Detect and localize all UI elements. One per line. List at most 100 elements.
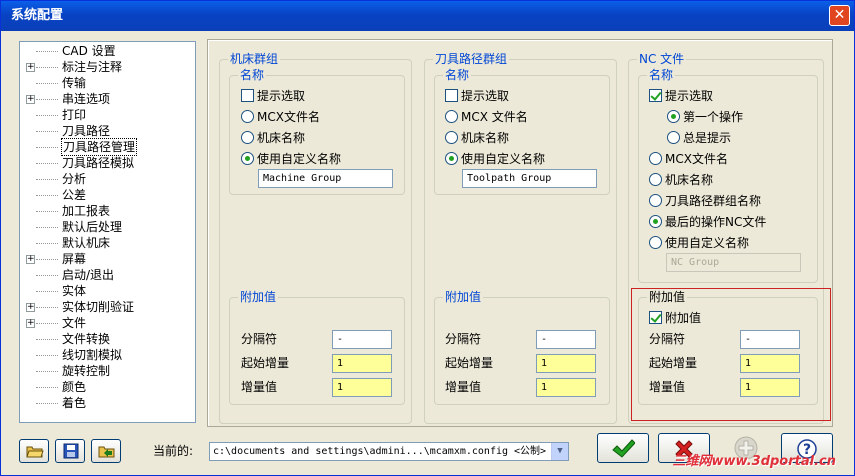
config-file-select[interactable]: c:\documents and settings\admini...\mcam… xyxy=(209,442,569,461)
tree-connector xyxy=(36,275,58,276)
nc-custom-name-input[interactable]: NC Group xyxy=(666,253,801,272)
settings-tree[interactable]: CAD 设置 + 标注与注释 传输 + 串连选项 打印 刀具路径 刀具路径管理 刀具路径模拟 分析公… xyxy=(19,41,196,423)
toolpath-name-title: 名称 xyxy=(443,68,472,82)
tree-connector xyxy=(36,195,58,196)
tree-connector xyxy=(36,211,58,212)
radio-selected-icon xyxy=(649,215,662,228)
toolpath-opt-machine[interactable]: 机床名称 xyxy=(445,129,509,147)
machine-custom-name-input[interactable]: Machine Group xyxy=(258,169,393,188)
machine-start-label: 起始增量 xyxy=(241,356,290,370)
nc-opt-lastnc-label: 最后的操作NC文件 xyxy=(665,215,767,229)
tree-item-label: 默认机床 xyxy=(62,236,111,250)
toolpath-custom-name-input[interactable]: Toolpath Group xyxy=(462,169,597,188)
toolpath-opt-machine-label: 机床名称 xyxy=(461,131,510,145)
machine-sep-input[interactable]: - xyxy=(332,330,392,349)
tree-item-label: 启动/退出 xyxy=(62,268,115,282)
tree-connector xyxy=(36,371,58,372)
nc-opt-always[interactable]: 总是提示 xyxy=(667,129,731,147)
nc-opt-tpgroup[interactable]: 刀具路径群组名称 xyxy=(649,192,761,210)
machine-opt-custom[interactable]: 使用自定义名称 xyxy=(241,150,341,168)
nc-opt-custom[interactable]: 使用自定义名称 xyxy=(649,234,749,252)
system-config-dialog: 系统配置 ✕ CAD 设置 + 标注与注释 传输 + 串连选项 打印 刀具路径 刀具路径管理 刀具… xyxy=(0,0,855,476)
radio-icon xyxy=(241,131,254,144)
toolpath-suffix-title: 附加值 xyxy=(443,290,484,304)
tree-item-label: 传输 xyxy=(62,76,87,90)
tree-item-label: 着色 xyxy=(62,396,87,410)
toolpath-start-input[interactable]: 1 xyxy=(536,354,596,373)
expand-plus-icon[interactable]: + xyxy=(26,303,35,312)
machine-opt-machine-label: 机床名称 xyxy=(257,131,306,145)
machine-group-title: 机床群组 xyxy=(228,52,281,66)
nc-opt-custom-label: 使用自定义名称 xyxy=(665,236,750,250)
machine-opt-mcx[interactable]: MCX文件名 xyxy=(241,108,320,126)
tree-item-label: 分析 xyxy=(62,172,87,186)
machine-prompt-label: 提示选取 xyxy=(257,89,306,103)
machine-inc-input[interactable]: 1 xyxy=(332,378,392,397)
expand-plus-icon[interactable]: + xyxy=(26,95,35,104)
tree-item-label: 旋转控制 xyxy=(62,364,111,378)
tree-item-label: 实体切削验证 xyxy=(62,300,135,314)
expand-plus-icon[interactable]: + xyxy=(26,63,35,72)
toolpath-inc-label: 增量值 xyxy=(445,380,482,394)
nc-opt-first[interactable]: 第一个操作 xyxy=(667,108,743,126)
tree-connector xyxy=(36,67,58,68)
toolpath-opt-custom[interactable]: 使用自定义名称 xyxy=(445,150,545,168)
title-bar: 系统配置 ✕ xyxy=(1,1,854,31)
toolpath-inc-input[interactable]: 1 xyxy=(536,378,596,397)
tree-item-label: 刀具路径 xyxy=(62,124,111,138)
machine-start-input[interactable]: 1 xyxy=(332,354,392,373)
tree-connector xyxy=(36,179,58,180)
save-disk-icon xyxy=(63,443,79,459)
machine-suffix-title: 附加值 xyxy=(238,290,279,304)
nc-prompt-checkbox[interactable]: 提示选取 xyxy=(649,87,713,105)
nc-name-title: 名称 xyxy=(647,68,676,82)
nc-opt-mcx[interactable]: MCX文件名 xyxy=(649,150,728,168)
tree-connector xyxy=(36,259,58,260)
folder-arrow-icon xyxy=(98,446,115,458)
toolpath-opt-mcx[interactable]: MCX 文件名 xyxy=(445,108,528,126)
tree-item-label: 文件 xyxy=(62,316,87,330)
checkmark-icon xyxy=(612,439,636,458)
tree-connector xyxy=(36,355,58,356)
nc-prompt-label: 提示选取 xyxy=(665,89,714,103)
radio-icon xyxy=(649,236,662,249)
toolpath-prompt-checkbox[interactable]: 提示选取 xyxy=(445,87,509,105)
tree-item-label: 标注与注释 xyxy=(62,60,123,74)
tree-connector xyxy=(36,115,58,116)
tree-item-label: 公差 xyxy=(62,188,87,202)
toolpath-sep-input[interactable]: - xyxy=(536,330,596,349)
nc-file-title: NC 文件 xyxy=(637,52,687,66)
radio-icon xyxy=(649,173,662,186)
checkbox-icon xyxy=(445,89,458,102)
machine-prompt-checkbox[interactable]: 提示选取 xyxy=(241,87,305,105)
expand-plus-icon[interactable]: + xyxy=(26,319,35,328)
expand-plus-icon[interactable]: + xyxy=(26,255,35,264)
config-file-path: c:\documents and settings\admini...\mcam… xyxy=(213,446,547,457)
radio-selected-icon xyxy=(667,110,680,123)
machine-opt-machine[interactable]: 机床名称 xyxy=(241,129,305,147)
nc-opt-first-label: 第一个操作 xyxy=(683,110,744,124)
tree-item-label: 线切割模拟 xyxy=(62,348,123,362)
nc-opt-machine[interactable]: 机床名称 xyxy=(649,171,713,189)
tree-connector xyxy=(36,163,58,164)
radio-icon xyxy=(649,152,662,165)
toolpath-prompt-label: 提示选取 xyxy=(461,89,510,103)
toolpath-opt-mcx-label: MCX 文件名 xyxy=(461,110,528,124)
close-button[interactable]: ✕ xyxy=(829,5,850,26)
machine-inc-label: 增量值 xyxy=(241,380,278,394)
toolpath-sep-label: 分隔符 xyxy=(445,332,482,346)
merge-config-button[interactable] xyxy=(91,439,121,463)
radio-icon xyxy=(445,131,458,144)
nc-opt-lastnc[interactable]: 最后的操作NC文件 xyxy=(649,213,766,231)
ok-button[interactable] xyxy=(597,433,649,463)
tree-connector xyxy=(36,227,58,228)
open-config-button[interactable] xyxy=(19,439,49,463)
nc-opt-tpgroup-label: 刀具路径群组名称 xyxy=(665,194,762,208)
dropdown-arrow-icon[interactable]: ▼ xyxy=(551,443,568,460)
tree-item-label: 屏幕 xyxy=(62,252,87,266)
machine-opt-custom-label: 使用自定义名称 xyxy=(257,152,342,166)
save-config-button[interactable] xyxy=(55,439,85,463)
tree-item-label: 加工报表 xyxy=(62,204,111,218)
tree-item-label: 打印 xyxy=(62,108,87,122)
radio-icon xyxy=(649,194,662,207)
